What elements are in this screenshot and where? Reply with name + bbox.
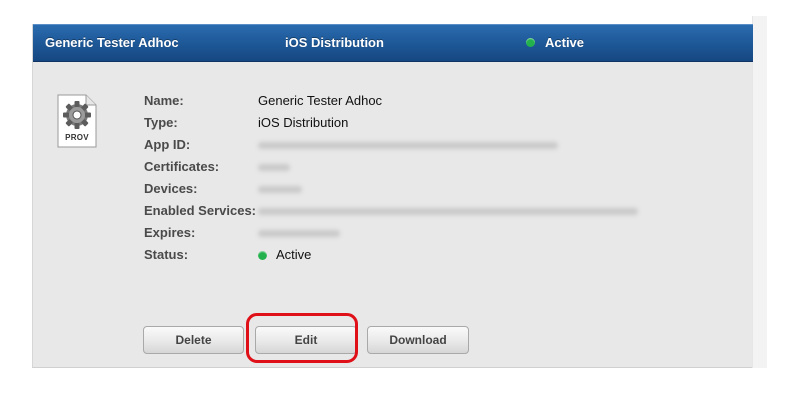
profile-detail-panel: Generic Tester Adhoc iOS Distribution Ac… [32,24,753,368]
prov-file-label: PROV [65,133,89,142]
value-status-text: Active [276,247,312,262]
value-name: Generic Tester Adhoc [258,93,383,108]
label-expires: Expires: [144,225,196,240]
value-expires-redacted [258,230,340,237]
label-app-id: App ID: [144,137,191,152]
value-status: Active [258,244,311,266]
header-type: iOS Distribution [285,35,384,50]
value-app-id-redacted [258,142,558,149]
gear-icon [63,101,91,129]
header-name: Generic Tester Adhoc [45,35,179,50]
header-status-text: Active [545,35,585,50]
value-certificates-redacted [258,164,290,171]
label-certificates: Certificates: [144,159,220,174]
scrollbar-track[interactable] [752,16,767,368]
value-type: iOS Distribution [258,115,349,130]
label-devices: Devices: [144,181,198,196]
header-status: Active [526,35,584,50]
label-name: Name: [144,93,184,108]
download-button[interactable]: Download [367,326,469,354]
delete-button[interactable]: Delete [143,326,244,354]
profile-header-row[interactable]: Generic Tester Adhoc iOS Distribution Ac… [33,24,753,62]
active-status-dot-icon [526,38,535,47]
provisioning-profile-file-icon: PROV [54,93,100,149]
value-enabled-services-redacted [258,208,638,215]
label-status: Status: [144,247,189,262]
active-status-dot-icon [258,250,267,260]
label-enabled-services: Enabled Services: [144,203,256,218]
edit-button[interactable]: Edit [255,326,357,354]
label-type: Type: [144,115,178,130]
page: Generic Tester Adhoc iOS Distribution Ac… [0,0,789,403]
value-devices-redacted [258,186,302,193]
